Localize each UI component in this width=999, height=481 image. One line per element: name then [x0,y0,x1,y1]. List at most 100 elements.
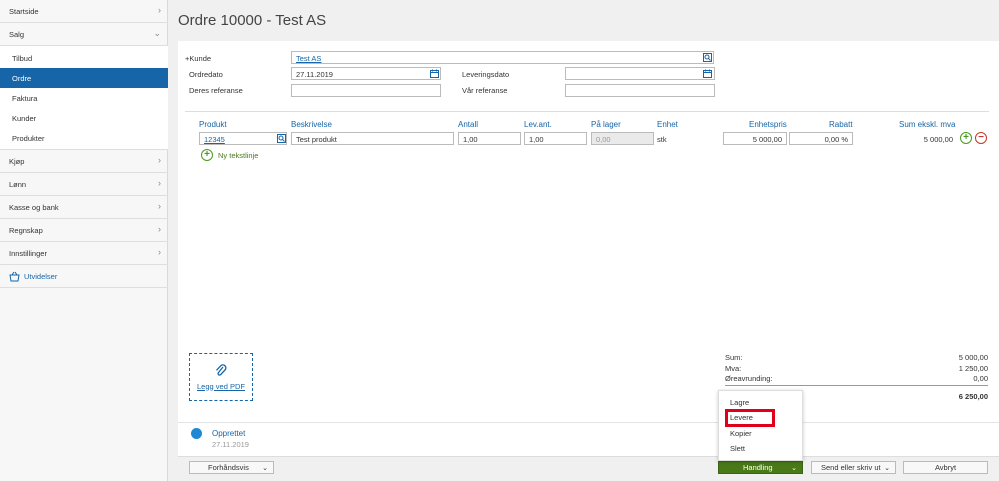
totals-divider [725,385,988,386]
discount-input[interactable]: 0,00 % [789,132,853,145]
sidebar-subitem-ordre[interactable]: Ordre [0,68,168,88]
order-date-input[interactable]: 27.11.2019 [291,67,441,80]
delivered-quantity-input[interactable]: 1,00 [524,132,587,145]
chevron-down-icon: ⌄ [791,464,797,472]
sidebar-item-salg[interactable]: Salg ⌄ [0,23,168,46]
col-header-enhet: Enhet [657,120,678,129]
col-header-lev-ant: Lev.ant. [524,120,552,129]
sum-value: 5 000,00 [958,353,988,362]
lookup-icon[interactable] [703,53,712,62]
col-header-beskrivelse: Beskrivelse [291,120,332,129]
remove-row-icon[interactable]: − [975,132,987,144]
attach-pdf-dropzone[interactable]: Legg ved PDF [189,353,253,401]
col-header-antall: Antall [458,120,479,129]
divider [185,111,989,112]
paperclip-icon [216,363,227,376]
product-input[interactable]: 12345 [199,132,287,145]
vat-value: 1 250,00 [958,364,988,373]
vat-label: Mva: [725,364,742,373]
rounding-value: 0,00 [973,374,988,383]
chevron-right-icon: › [158,201,161,211]
page-title: Ordre 10000 - Test AS [178,12,327,29]
sum-label: Sum: [725,353,743,362]
unit-price-input[interactable]: 5 000,00 [723,132,787,145]
sidebar-item-utvidelser[interactable]: Utvidelser [0,265,168,288]
quantity-input[interactable]: 1,00 [458,132,521,145]
sidebar-item-label: Lønn [9,179,27,189]
menu-item-lagre[interactable]: Lagre [730,398,749,407]
preview-button[interactable]: Forhåndsvis ⌄ [189,461,274,474]
sidebar-item-label: Startside [9,6,39,16]
sidebar-item-label: Innstillinger [9,248,47,258]
order-date-label: Ordredato [189,70,223,79]
add-row-icon[interactable]: + [960,132,972,144]
sidebar-item-label: Kjøp [9,156,25,166]
in-stock-field: 0,00 [591,132,654,145]
cancel-button[interactable]: Avbryt [903,461,988,474]
status-date: 27.11.2019 [212,440,249,449]
sidebar-item-innstillinger[interactable]: Innstillinger › [0,242,168,265]
chevron-right-icon: › [158,5,161,15]
main-content [178,41,999,481]
sidebar-item-kasse-og-bank[interactable]: Kasse og bank › [0,196,168,219]
action-menu: Lagre Levere Kopier Slett [718,390,803,461]
our-reference-label: Vår referanse [462,86,508,95]
row-sum-value: 5 000,00 [923,135,953,144]
attach-pdf-label: Legg ved PDF [197,381,245,391]
col-header-produkt: Produkt [199,120,227,129]
sidebar-item-regnskap[interactable]: Regnskap › [0,219,168,242]
delivery-date-input[interactable] [565,67,715,80]
add-text-line-link[interactable]: Ny tekstlinje [218,151,258,160]
their-reference-input[interactable] [291,84,441,97]
preview-button-label: Forhåndsvis [208,463,249,472]
status-label: Opprettet [212,429,246,438]
chevron-down-icon: ⌄ [262,464,268,472]
customer-input[interactable]: Test AS [291,51,714,64]
sidebar-subitem-tilbud[interactable]: Tilbud [0,48,168,68]
delivery-date-label: Leveringsdato [462,70,510,79]
menu-item-levere[interactable]: Levere [730,413,753,422]
action-button[interactable]: Handling ⌄ [718,461,803,474]
chevron-right-icon: › [158,178,161,188]
calendar-icon[interactable] [703,69,712,78]
basket-icon [9,271,20,281]
sidebar-item-label: Regnskap [9,225,43,235]
menu-item-kopier[interactable]: Kopier [730,429,752,438]
col-header-rabatt: Rabatt [829,120,853,129]
chevron-down-icon: ⌄ [153,28,161,38]
col-header-sum: Sum ekskl. mva [899,120,956,129]
sidebar-item-lonn[interactable]: Lønn › [0,173,168,196]
total-value: 6 250,00 [958,392,988,401]
send-or-print-button[interactable]: Send eller skriv ut ⌄ [811,461,896,474]
menu-item-slett[interactable]: Slett [730,444,745,453]
sidebar-subitem-kunder[interactable]: Kunder [0,108,168,128]
sidebar-item-label: Salg [9,29,25,39]
send-button-label: Send eller skriv ut [821,463,881,472]
rounding-label: Øreavrunding: [725,374,773,383]
col-header-pa-lager: På lager [591,120,621,129]
add-text-line-icon[interactable]: + [201,149,213,161]
action-button-label: Handling [743,463,773,472]
their-reference-label: Deres referanse [189,86,243,95]
sidebar-item-kjop[interactable]: Kjøp › [0,150,168,173]
customer-label: +Kunde [185,54,212,63]
calendar-icon[interactable] [430,69,439,78]
timeline-divider [178,422,999,423]
sidebar-subitem-produkter[interactable]: Produkter [0,128,168,148]
sidebar-submenu-salg: Tilbud Ordre Faktura Kunder Produkter [0,46,168,150]
sidebar: Startside › Salg ⌄ Tilbud Ordre Faktura Ku… [0,0,168,481]
status-dot-icon [191,428,202,439]
lookup-icon[interactable] [277,134,286,143]
our-reference-input[interactable] [565,84,715,97]
description-input[interactable]: Test produkt [291,132,454,145]
chevron-right-icon: › [158,247,161,257]
chevron-down-icon: ⌄ [884,464,890,472]
sidebar-item-label: Utvidelser [24,271,58,281]
chevron-right-icon: › [158,224,161,234]
col-header-enhetspris: Enhetspris [749,120,787,129]
chevron-right-icon: › [158,155,161,165]
sidebar-subitem-faktura[interactable]: Faktura [0,88,168,108]
sidebar-item-startside[interactable]: Startside › [0,0,168,23]
unit-value: stk [657,135,667,144]
sidebar-item-label: Kasse og bank [9,202,59,212]
